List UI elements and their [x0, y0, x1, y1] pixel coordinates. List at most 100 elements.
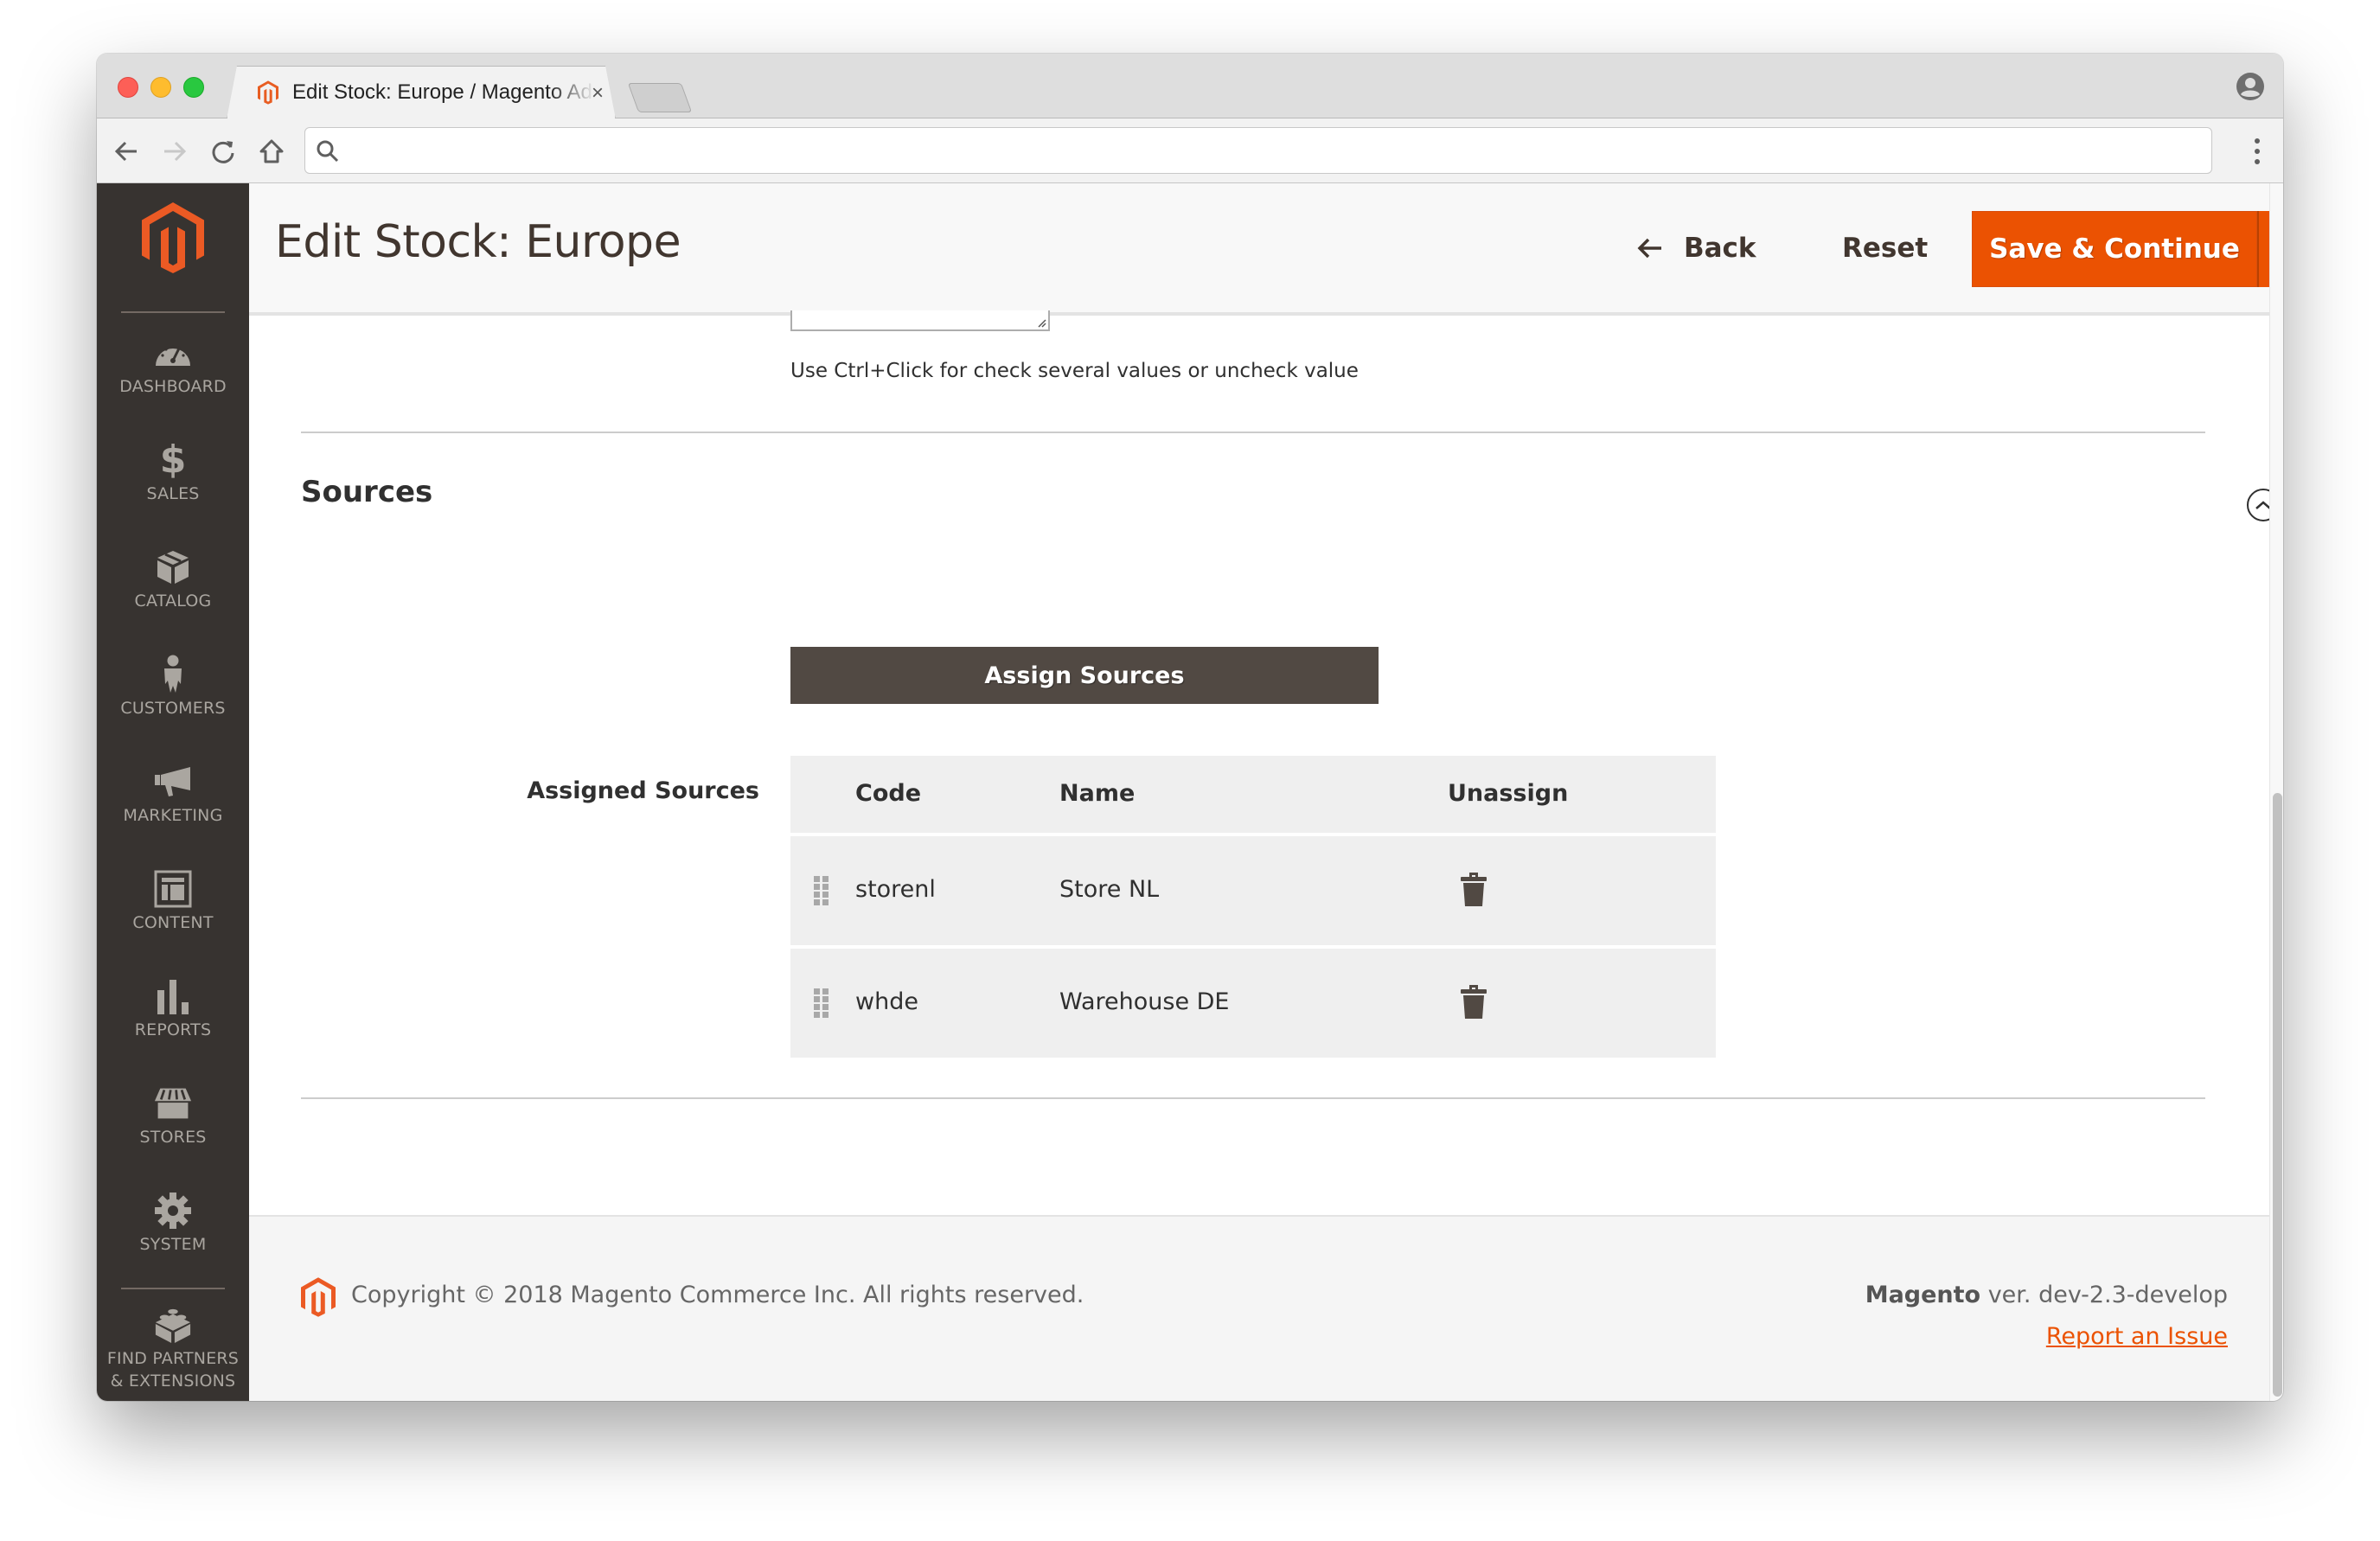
sidebar-item-system[interactable]: SYSTEM	[97, 1192, 249, 1287]
more-vertical-icon[interactable]	[2250, 136, 2264, 167]
copyright-text: Copyright © 2018 Magento Commerce Inc. A…	[351, 1282, 1084, 1308]
page-actions-header: Edit Stock: Europe Back Reset Save & Con…	[249, 183, 2283, 316]
page-scrollbar[interactable]	[2269, 183, 2283, 1401]
dollar-icon: $	[159, 438, 187, 482]
trash-icon[interactable]	[1460, 871, 1488, 907]
search-icon	[317, 140, 339, 163]
source-name: Warehouse DE	[1059, 988, 1230, 1015]
browser-window: Edit Stock: Europe / Magento Admin × DAS…	[97, 54, 2283, 1401]
magento-logo-icon	[301, 1277, 336, 1317]
column-header-unassign: Unassign	[1448, 780, 1569, 807]
section-divider	[301, 432, 2205, 433]
stores-multiselect[interactable]	[790, 310, 1050, 331]
sidebar-label: SALES	[146, 484, 200, 503]
forward-nav-button[interactable]	[159, 136, 190, 167]
sidebar-label: CATALOG	[134, 591, 212, 611]
sidebar-item-partners[interactable]: FIND PARTNERS & EXTENSIONS	[97, 1306, 249, 1401]
arrow-left-icon	[114, 141, 137, 162]
sidebar-item-catalog[interactable]: CATALOG	[97, 548, 249, 643]
person-icon	[164, 655, 182, 693]
sidebar-label: REPORTS	[134, 1020, 212, 1039]
reload-button[interactable]	[208, 136, 239, 167]
sidebar-item-customers[interactable]: CUSTOMERS	[97, 655, 249, 751]
maximize-window-button[interactable]	[183, 77, 204, 98]
browser-tab-content[interactable]: Edit Stock: Europe / Magento Admin ×	[227, 66, 616, 119]
page-title: Edit Stock: Europe	[275, 216, 681, 268]
layout-icon	[154, 870, 192, 908]
tab-bar: Edit Stock: Europe / Magento Admin ×	[97, 54, 2283, 118]
storefront-icon	[154, 1088, 192, 1119]
magento-logo-icon[interactable]	[142, 202, 204, 273]
version-info: Magento ver. dev-2.3-develop	[1865, 1282, 2228, 1308]
bar-chart-icon	[157, 980, 189, 1014]
arrow-right-icon	[164, 141, 187, 162]
sidebar-item-stores[interactable]: STORES	[97, 1084, 249, 1180]
sources-section-title[interactable]: Sources	[301, 475, 432, 509]
brand-name: Magento	[1865, 1282, 1981, 1308]
multiselect-hint: Use Ctrl+Click for check several values …	[790, 360, 1359, 382]
sidebar-label: FIND PARTNERS	[106, 1349, 240, 1368]
section-divider	[301, 1097, 2205, 1099]
scrollbar-thumb[interactable]	[2273, 793, 2282, 1397]
assigned-sources-table: Code Name Unassign storenl Store NL whde…	[790, 756, 1716, 1058]
gear-icon	[155, 1193, 191, 1229]
sidebar-label: SYSTEM	[139, 1235, 207, 1254]
admin-sidebar: DASHBOARD $ SALES CATALOG CUSTOMERS MARK…	[97, 183, 249, 1401]
sidebar-item-marketing[interactable]: MARKETING	[97, 763, 249, 858]
lego-brick-icon	[155, 1308, 191, 1344]
profile-icon[interactable]	[2236, 73, 2264, 100]
home-button[interactable]	[256, 136, 287, 167]
arrow-left-icon	[1637, 238, 1661, 259]
tab-close-icon[interactable]: ×	[592, 81, 604, 106]
table-row: whde Warehouse DE	[790, 949, 1716, 1058]
sidebar-label: CONTENT	[132, 913, 214, 932]
source-name: Store NL	[1059, 876, 1160, 903]
table-header-row: Code Name Unassign	[790, 756, 1716, 833]
back-button[interactable]: Back	[1637, 227, 1756, 270]
close-window-button[interactable]	[118, 77, 138, 98]
tab-title: Edit Stock: Europe / Magento Admin	[292, 80, 595, 104]
megaphone-icon	[155, 767, 190, 796]
sidebar-divider	[121, 311, 225, 313]
minimize-window-button[interactable]	[150, 77, 171, 98]
assign-sources-button[interactable]: Assign Sources	[790, 647, 1379, 704]
sidebar-item-reports[interactable]: REPORTS	[97, 977, 249, 1072]
sidebar-label: CUSTOMERS	[120, 699, 226, 718]
sidebar-divider	[121, 1288, 225, 1289]
back-button-label: Back	[1684, 233, 1756, 264]
source-code: storenl	[855, 876, 936, 903]
drag-handle-icon[interactable]	[814, 876, 829, 907]
source-code: whde	[855, 988, 918, 1015]
reload-icon	[212, 141, 234, 163]
table-row: storenl Store NL	[790, 836, 1716, 945]
report-issue-link[interactable]: Report an Issue	[2046, 1323, 2228, 1350]
back-nav-button[interactable]	[111, 136, 142, 167]
magento-favicon-icon	[258, 80, 278, 105]
sidebar-item-content[interactable]: CONTENT	[97, 870, 249, 965]
trash-icon[interactable]	[1460, 983, 1488, 1020]
drag-handle-icon[interactable]	[814, 988, 829, 1020]
sidebar-label: MARKETING	[123, 806, 223, 825]
assigned-sources-label: Assigned Sources	[527, 777, 759, 804]
reset-button[interactable]: Reset	[1842, 227, 1928, 270]
version-text: ver. dev-2.3-develop	[1980, 1282, 2228, 1308]
column-header-code: Code	[855, 780, 922, 807]
dashboard-gauge-icon	[156, 345, 190, 366]
resize-grip-icon[interactable]	[1036, 317, 1046, 328]
save-continue-button[interactable]: Save & Continue	[1972, 211, 2257, 287]
browser-toolbar	[97, 118, 2283, 183]
sidebar-item-dashboard[interactable]: DASHBOARD	[97, 334, 249, 429]
box-icon	[157, 551, 189, 584]
home-icon	[259, 139, 284, 163]
sidebar-label: STORES	[139, 1128, 207, 1147]
address-input[interactable]	[354, 128, 2170, 173]
sidebar-item-sales[interactable]: $ SALES	[97, 441, 249, 536]
page-footer: Copyright © 2018 Magento Commerce Inc. A…	[249, 1215, 2269, 1401]
sidebar-label: DASHBOARD	[119, 377, 227, 396]
page-viewport: DASHBOARD $ SALES CATALOG CUSTOMERS MARK…	[97, 183, 2283, 1401]
new-tab-button[interactable]	[627, 83, 693, 112]
address-bar[interactable]	[304, 127, 2212, 174]
column-header-name: Name	[1059, 780, 1136, 807]
main-content: Use Ctrl+Click for check several values …	[249, 310, 2280, 1184]
sidebar-label: & EXTENSIONS	[110, 1372, 236, 1391]
